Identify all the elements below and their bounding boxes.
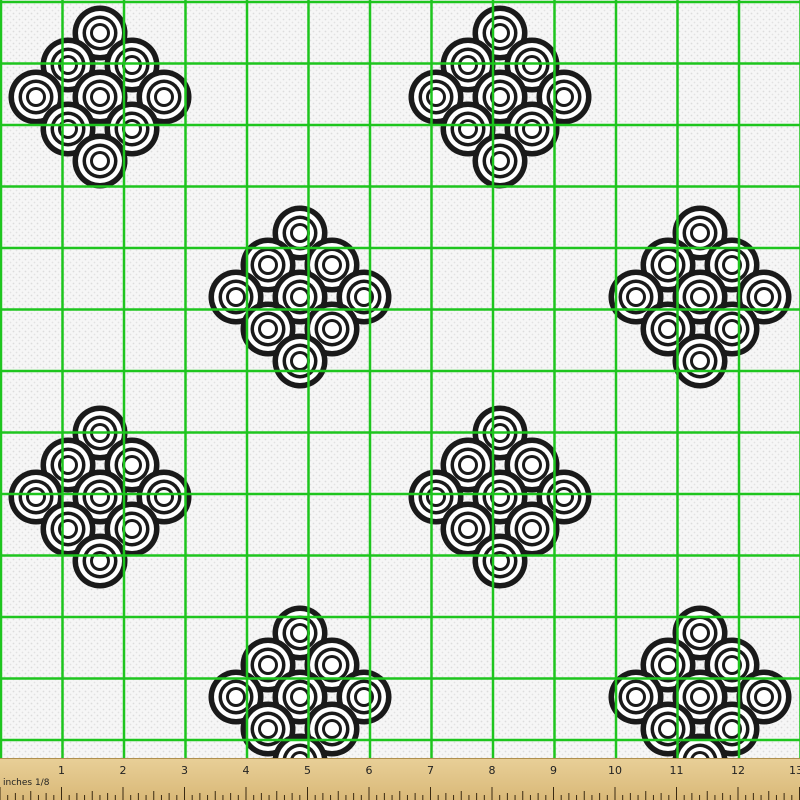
ruler-number: 1 <box>58 764 65 777</box>
ruler-number: 11 <box>669 764 684 777</box>
ruler-number: 9 <box>550 764 557 777</box>
ruler-number: 6 <box>365 764 373 777</box>
ruler-number: 4 <box>242 764 250 777</box>
fabric-swatch-view: inches 1/8 1 2 3 4 5 6 7 8 9 10 11 12 13 <box>0 0 800 800</box>
ruler-number: 3 <box>181 764 188 777</box>
fabric-pattern <box>0 0 800 758</box>
ruler-number: 12 <box>731 764 745 777</box>
ruler-number: 2 <box>119 764 127 777</box>
ruler-number: 5 <box>304 764 311 777</box>
ruler-number: 13 <box>789 764 800 777</box>
ruler-units-label: inches 1/8 <box>3 778 50 788</box>
measurement-ruler: inches 1/8 1 2 3 4 5 6 7 8 9 10 11 12 13 <box>0 758 800 800</box>
ruler-number: 7 <box>427 764 434 777</box>
ruler-number: 10 <box>608 764 622 777</box>
ruler-number: 8 <box>488 764 496 777</box>
